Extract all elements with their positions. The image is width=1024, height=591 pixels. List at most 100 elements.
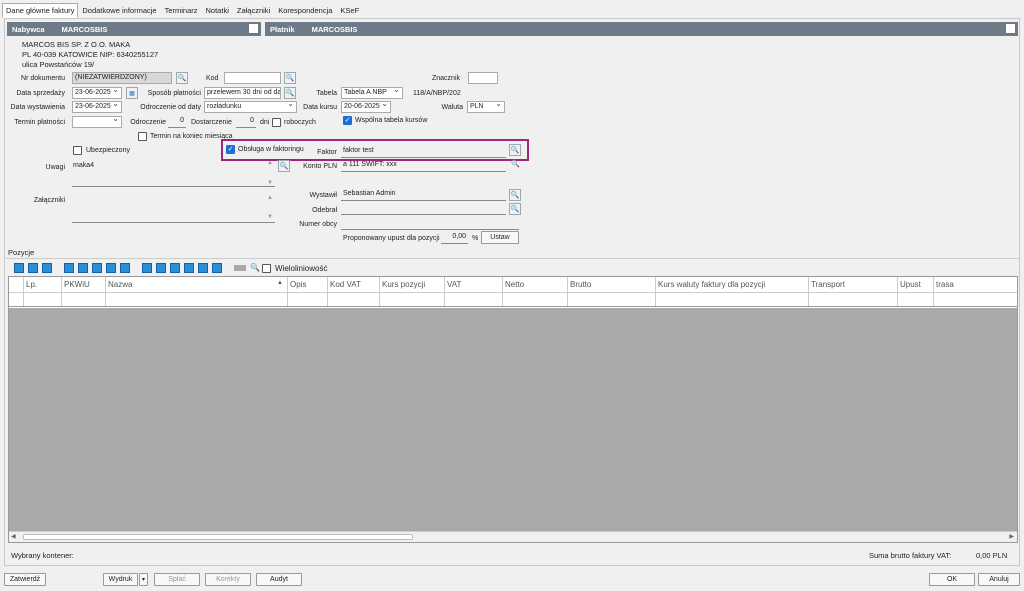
add-row-icon[interactable] — [14, 263, 24, 273]
scroll-left-icon[interactable]: ◀ — [11, 533, 16, 540]
insured-checkbox[interactable] — [73, 146, 82, 155]
table-select[interactable]: Tabela A NBP — [341, 87, 403, 99]
deferral-field[interactable]: 0 — [168, 116, 186, 128]
notes-scroll-up-icon[interactable]: ▲ — [267, 160, 273, 166]
copy-row-icon[interactable] — [64, 263, 74, 273]
doc-number-field[interactable]: (NIEZATWIERDZONY) — [72, 72, 172, 84]
sale-date-field[interactable]: 23-06-2025 — [72, 87, 122, 99]
horizontal-scrollbar[interactable]: ◀ ▶ — [9, 531, 1017, 542]
cancel-button[interactable]: Anuluj — [978, 573, 1020, 586]
scroll-thumb[interactable] — [23, 534, 413, 540]
currency-select[interactable]: PLN — [467, 101, 505, 113]
tab-positions[interactable]: Pozycje — [8, 248, 34, 257]
due-date-field[interactable] — [72, 116, 122, 128]
znacznik-field[interactable] — [468, 72, 498, 84]
buyer-header-key: Nabywca — [12, 24, 45, 34]
print-button[interactable]: Wydruk — [103, 573, 138, 586]
calendar-icon[interactable]: ▦ — [126, 87, 138, 99]
ok-button[interactable]: OK — [929, 573, 975, 586]
notes-field[interactable]: maka4 ▲ ▼ — [72, 160, 275, 187]
col-vat[interactable]: VAT — [445, 277, 503, 292]
receiver-search-icon[interactable]: 🔍 — [509, 203, 521, 215]
table-row[interactable] — [9, 293, 1017, 307]
col-opis[interactable]: Opis — [288, 277, 328, 292]
col-brutto[interactable]: Brutto — [568, 277, 656, 292]
issuer-field[interactable]: Sebastian Admin — [341, 189, 506, 201]
col-upust[interactable]: Upust — [898, 277, 934, 292]
move-down-icon[interactable] — [92, 263, 102, 273]
buyer-search-icon[interactable] — [248, 23, 259, 34]
col-kurs-waluty[interactable]: Kurs waluty faktury dla pozycji — [656, 277, 809, 292]
col-transport[interactable]: Transport — [809, 277, 898, 292]
set-button[interactable]: Ustaw — [481, 231, 519, 244]
rate-date-field[interactable]: 20-06-2025 — [341, 101, 391, 113]
link-icon[interactable] — [234, 265, 246, 271]
tab-additional[interactable]: Dodatkowe informacje — [78, 3, 160, 18]
group-icon[interactable] — [212, 263, 222, 273]
col-netto[interactable]: Netto — [503, 277, 568, 292]
calc-icon[interactable] — [170, 263, 180, 273]
col-trasa[interactable]: trasa — [934, 277, 1017, 292]
kod-field[interactable] — [224, 72, 281, 84]
shared-table-checkbox[interactable] — [343, 116, 352, 125]
factor-field[interactable]: faktor test — [341, 146, 506, 158]
edit-row-icon[interactable] — [28, 263, 38, 273]
col-kod-vat[interactable]: Kod VAT — [328, 277, 380, 292]
approve-button[interactable]: Zatwierdź — [4, 573, 46, 586]
factor-search-icon[interactable]: 🔍 — [509, 144, 521, 156]
factoring-checkbox[interactable] — [226, 145, 235, 154]
search-icon[interactable]: 🔍 — [250, 263, 260, 273]
audit-button[interactable]: Audyt — [256, 573, 302, 586]
defer-from-label: Odroczenie od daty — [140, 104, 201, 111]
tab-attachments[interactable]: Załączniki — [233, 3, 274, 18]
doc-number-label: Nr dokumentu — [21, 75, 65, 82]
split-icon[interactable] — [184, 263, 194, 273]
defer-from-select[interactable]: rozładunku — [204, 101, 297, 113]
col-kurs-pozycji[interactable]: Kurs pozycji — [380, 277, 445, 292]
month-end-checkbox[interactable] — [138, 132, 147, 141]
kod-search-icon[interactable]: 🔍 — [284, 72, 296, 84]
container-label: Wybrany kontener: — [11, 551, 74, 560]
payer-header-value: MARCOSBIS — [311, 24, 358, 34]
tab-schedule[interactable]: Terminarz — [161, 3, 202, 18]
delete-row-icon[interactable] — [42, 263, 52, 273]
foreign-number-field[interactable] — [341, 218, 519, 230]
merge-icon[interactable] — [198, 263, 208, 273]
move-top-icon[interactable] — [106, 263, 116, 273]
working-days-checkbox[interactable] — [272, 118, 281, 127]
payment-method-field[interactable]: przelewem 30 dni od dat — [204, 87, 281, 99]
print-menu-button[interactable]: ▾ — [139, 573, 148, 586]
delivery-field[interactable]: 0 — [236, 116, 256, 128]
account-field[interactable]: a 111 SWIFT: xxx — [341, 160, 506, 172]
col-nazwa[interactable]: Nazwa ▲ — [106, 277, 288, 292]
pay-button[interactable]: Spłać — [154, 573, 200, 586]
multiline-checkbox[interactable] — [262, 264, 271, 273]
attachments-scroll-up-icon[interactable]: ▲ — [267, 195, 273, 201]
account-search-icon[interactable]: 🔍 — [511, 160, 520, 168]
scroll-right-icon[interactable]: ▶ — [1009, 533, 1014, 540]
issuer-search-icon[interactable]: 🔍 — [509, 189, 521, 201]
grid-empty-area — [9, 308, 1017, 532]
payer-search-icon[interactable] — [1005, 23, 1016, 34]
tab-correspondence[interactable]: Korespondencja — [274, 3, 336, 18]
discount-field[interactable]: 0,00 — [441, 232, 468, 244]
tab-main[interactable]: Dane główne faktury — [2, 3, 79, 18]
payment-method-search-icon[interactable]: 🔍 — [284, 87, 296, 99]
col-lp[interactable]: Lp. — [24, 277, 62, 292]
move-up-icon[interactable] — [78, 263, 88, 273]
notes-scroll-down-icon[interactable]: ▼ — [267, 180, 273, 186]
export-icon[interactable] — [156, 263, 166, 273]
issue-date-field[interactable]: 23-06-2025 — [72, 101, 122, 113]
move-bottom-icon[interactable] — [120, 263, 130, 273]
account-label: Konto PLN — [303, 163, 337, 170]
tab-notes[interactable]: Notatki — [202, 3, 233, 18]
attachments-scroll-down-icon[interactable]: ▼ — [267, 214, 273, 220]
col-pkwiu[interactable]: PKWiU — [62, 277, 106, 292]
import-icon[interactable] — [142, 263, 152, 273]
notes-search-icon[interactable]: 🔍 — [278, 160, 290, 172]
doc-number-search-icon[interactable]: 🔍 — [176, 72, 188, 84]
attachments-field[interactable]: ▲ ▼ — [72, 193, 275, 223]
corrections-button[interactable]: Korekty — [205, 573, 251, 586]
receiver-field[interactable] — [341, 203, 506, 215]
tab-ksef[interactable]: KSeF — [336, 3, 363, 18]
